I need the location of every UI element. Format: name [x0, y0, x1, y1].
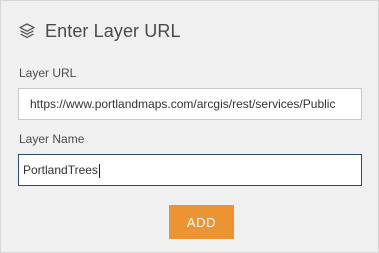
layer-url-value: https://www.portlandmaps.com/arcgis/rest…	[30, 97, 336, 111]
layer-name-value: PortlandTrees	[23, 163, 98, 177]
layers-icon	[18, 22, 36, 40]
layer-url-input[interactable]: https://www.portlandmaps.com/arcgis/rest…	[18, 88, 362, 120]
layer-name-input[interactable]: PortlandTrees	[18, 154, 362, 186]
panel-header: Enter Layer URL	[18, 18, 181, 44]
layer-name-label: Layer Name	[19, 132, 85, 146]
enter-layer-url-panel: Enter Layer URL Layer URL https://www.po…	[0, 0, 379, 253]
layer-url-label: Layer URL	[19, 66, 77, 80]
add-button[interactable]: ADD	[169, 205, 234, 239]
page-title: Enter Layer URL	[45, 20, 181, 41]
text-caret	[98, 163, 100, 178]
